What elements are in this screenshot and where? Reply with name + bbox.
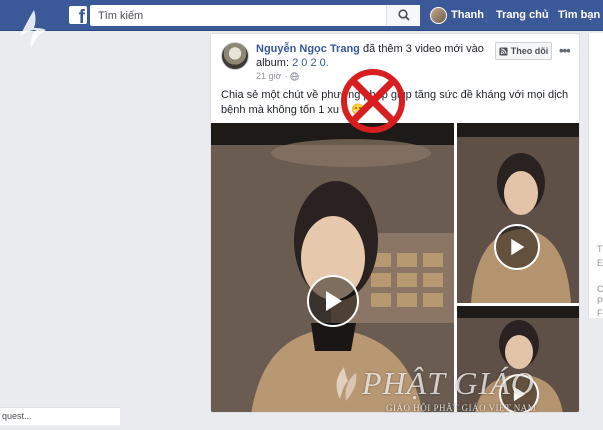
play-button[interactable] bbox=[307, 275, 359, 327]
profile-avatar[interactable] bbox=[430, 7, 447, 24]
right-column-panel bbox=[588, 33, 603, 245]
nav-divider bbox=[486, 9, 487, 23]
prohibition-x-icon bbox=[341, 69, 405, 133]
video-frame-image bbox=[457, 123, 579, 303]
watermark-subtitle: GIÁO HỘI PHẬT GIÁO VIỆT NAM bbox=[386, 403, 537, 413]
home-link[interactable]: Trang chủ bbox=[496, 9, 549, 21]
album-link[interactable]: 2 0 2 0. bbox=[292, 57, 329, 69]
globe-icon bbox=[290, 71, 300, 81]
play-icon bbox=[326, 291, 342, 311]
post-meta: 21 giờ · bbox=[256, 71, 300, 81]
search-icon bbox=[398, 9, 410, 21]
watermark-lotus-logo bbox=[336, 367, 357, 401]
author-name-link[interactable]: Nguyễn Ngọc Trang bbox=[256, 43, 360, 55]
profile-link[interactable]: Thanh bbox=[451, 9, 484, 21]
right-column-panel: T E C P F bbox=[588, 238, 603, 318]
play-button[interactable] bbox=[494, 224, 540, 270]
search-button[interactable] bbox=[386, 5, 420, 26]
watermark-bird-logo bbox=[20, 10, 46, 48]
video-thumbnail-side-1[interactable] bbox=[457, 123, 579, 303]
find-friends-link[interactable]: Tìm bạn bè bbox=[558, 9, 603, 21]
right-column-text: E bbox=[597, 258, 603, 268]
author-avatar[interactable] bbox=[221, 42, 249, 70]
meta-separator: · bbox=[284, 71, 288, 81]
follow-button[interactable]: Theo dõi bbox=[495, 42, 552, 60]
top-navigation-bar: f Thanh Trang chủ Tìm bạn bè bbox=[0, 0, 603, 31]
right-column-text: F bbox=[597, 308, 603, 318]
facebook-logo-icon[interactable]: f bbox=[69, 6, 87, 24]
more-options-icon[interactable]: ••• bbox=[559, 43, 571, 58]
right-column-text: P bbox=[597, 296, 603, 306]
right-column-text: T bbox=[597, 244, 603, 254]
chat-request-bar[interactable]: quest... bbox=[0, 407, 120, 425]
search-input[interactable] bbox=[90, 5, 420, 26]
watermark-small-text: · · · · · · · · bbox=[18, 52, 54, 58]
follow-label: Theo dõi bbox=[510, 46, 549, 56]
rss-follow-icon bbox=[499, 46, 508, 56]
right-column-text: C bbox=[597, 284, 603, 294]
nav-divider bbox=[548, 9, 549, 23]
watermark-site-name: PHẬT GIÁO bbox=[362, 365, 535, 401]
post-timestamp[interactable]: 21 giờ bbox=[256, 71, 281, 81]
chat-request-label: quest... bbox=[2, 411, 32, 421]
play-icon bbox=[511, 238, 525, 256]
